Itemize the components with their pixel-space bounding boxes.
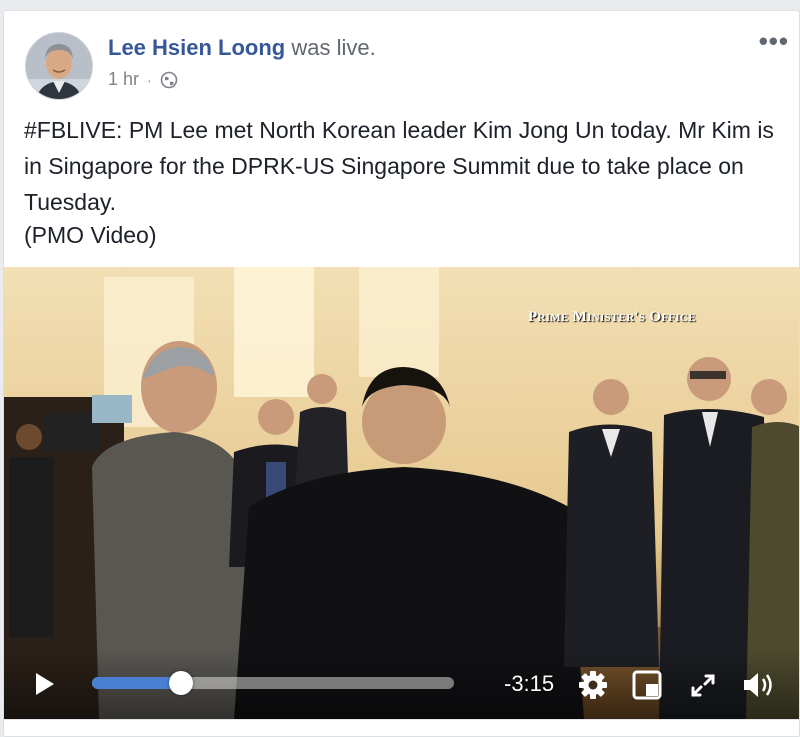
globe-icon[interactable] xyxy=(160,71,178,89)
facebook-post: Lee Hsien Loong was live. 1 hr · ••• #FB… xyxy=(3,10,800,737)
post-message: #FBLIVE: PM Lee met North Korean leader … xyxy=(24,117,774,215)
post-credit: (PMO Video) xyxy=(24,222,157,248)
meta-separator: · xyxy=(147,71,152,88)
avatar[interactable] xyxy=(25,32,93,100)
volume-icon[interactable] xyxy=(740,668,774,702)
fullscreen-icon[interactable] xyxy=(686,668,720,702)
post-footer xyxy=(4,719,799,736)
post-header: Lee Hsien Loong was live. xyxy=(108,35,376,61)
post-meta: 1 hr · xyxy=(108,69,178,90)
video-player[interactable]: Prime Minister's Office -3:15 xyxy=(4,267,799,719)
avatar-image xyxy=(26,33,92,99)
picture-in-picture-icon[interactable] xyxy=(630,668,664,702)
gear-icon[interactable] xyxy=(576,668,610,702)
progress-scrubber-handle[interactable] xyxy=(168,671,193,695)
author-name-link[interactable]: Lee Hsien Loong xyxy=(108,35,285,60)
post-timestamp[interactable]: 1 hr xyxy=(108,69,139,90)
more-options-icon[interactable]: ••• xyxy=(759,28,789,54)
video-controls: -3:15 xyxy=(4,649,799,719)
progress-fill xyxy=(92,677,181,689)
play-icon[interactable] xyxy=(30,669,58,699)
video-watermark: Prime Minister's Office xyxy=(528,309,696,325)
time-remaining: -3:15 xyxy=(504,671,555,696)
post-action-text: was live. xyxy=(291,35,376,60)
video-progress-bar[interactable] xyxy=(92,671,454,695)
